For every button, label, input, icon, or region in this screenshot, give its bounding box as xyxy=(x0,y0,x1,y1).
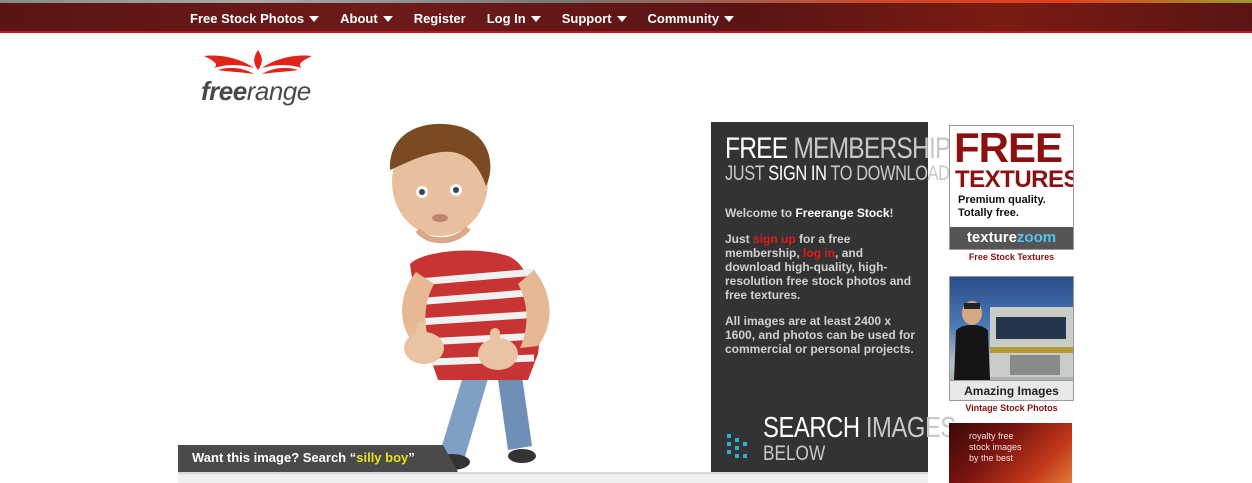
search-images-below: SEARCH IMAGES BELOW xyxy=(725,412,956,465)
sub-to-download: TO DOWNLOAD xyxy=(830,162,950,185)
welcome-prefix: Welcome to xyxy=(725,206,796,220)
search-title: SEARCH IMAGES xyxy=(763,412,956,445)
ad-vintage-photos[interactable]: Amazing Images Vintage Stock Photos xyxy=(949,276,1074,413)
ad-caption-textures[interactable]: Free Stock Textures xyxy=(949,252,1074,262)
ad-caption-vintage[interactable]: Vintage Stock Photos xyxy=(949,403,1074,413)
membership-body: Welcome to Freerange Stock! Just sign up… xyxy=(725,206,917,368)
royalty-text: royalty free stock images by the best xyxy=(969,431,1022,464)
boy-photo-illustration xyxy=(389,123,550,470)
brand-texture: texture xyxy=(966,229,1017,246)
nav-item-free-stock-photos[interactable]: Free Stock Photos xyxy=(190,10,320,26)
sign-up-link[interactable]: sign up xyxy=(753,232,796,246)
membership-panel: FREE MEMBERSHIP JUST SIGN IN TO DOWNLOAD… xyxy=(711,122,956,472)
nav-item-log-in[interactable]: Log In xyxy=(487,10,541,26)
images-word: IMAGES xyxy=(865,412,956,444)
search-word: SEARCH xyxy=(763,412,860,444)
just-text: Just xyxy=(725,232,754,246)
ad-free-textures[interactable]: FREE TEXTURES Premium quality. Totally fr… xyxy=(949,125,1074,262)
nav-label: Community xyxy=(647,10,720,26)
dots-arrow-icon xyxy=(727,434,747,458)
royalty-banner: royalty free stock images by the best xyxy=(949,423,1072,483)
nav-underline xyxy=(0,31,1252,33)
sub-sign-in: SIGN IN xyxy=(768,162,827,185)
nav-label: About xyxy=(340,10,378,26)
welcome-suffix: ! xyxy=(889,206,894,220)
nav-label: Free Stock Photos xyxy=(190,10,305,26)
site-logo[interactable]: freerange xyxy=(200,48,316,108)
nav-item-community[interactable]: Community xyxy=(648,10,735,26)
log-in-link[interactable]: log in xyxy=(803,246,835,260)
ad-tagline-1: Premium quality. xyxy=(958,194,1046,206)
title-free: FREE xyxy=(725,132,788,165)
texturezoom-brand: texturezoom xyxy=(950,227,1073,249)
nav-item-register[interactable]: Register xyxy=(414,10,466,26)
top-nav-bar: Free Stock Photos About Register Log In … xyxy=(0,0,1252,33)
chevron-down-icon xyxy=(309,16,320,22)
logo-wordmark: freerange xyxy=(201,76,311,107)
logo-free: free xyxy=(201,76,247,106)
welcome-paragraph: Welcome to Freerange Stock! xyxy=(725,206,917,220)
caption-prefix: Want this image? Search “ xyxy=(192,450,357,465)
below-word: BELOW xyxy=(763,442,826,465)
nav-label: Log In xyxy=(486,10,526,26)
chevron-down-icon xyxy=(616,16,627,22)
royalty-line-3: by the best xyxy=(969,453,1014,463)
ad-tagline-2: Totally free. xyxy=(958,207,1019,219)
hero-image[interactable] xyxy=(178,122,711,472)
nav-label: Support xyxy=(561,10,612,26)
royalty-line-1: royalty free xyxy=(969,431,1014,441)
ad-free-text: FREE xyxy=(954,125,1063,171)
ad-textures-text: TEXTURES xyxy=(955,166,1074,193)
search-area-top-rule xyxy=(178,472,928,483)
vintage-banner: Amazing Images xyxy=(949,276,1074,401)
chevron-down-icon xyxy=(724,16,735,22)
nav-label: Register xyxy=(413,10,466,26)
logo-range: range xyxy=(246,76,312,106)
images-note: All images are at least 2400 x 1600, and… xyxy=(725,314,916,356)
main-nav: Free Stock Photos About Register Log In … xyxy=(190,10,755,26)
nav-item-support[interactable]: Support xyxy=(562,10,627,26)
header-photo-strip xyxy=(0,0,1252,3)
caption-search-term: silly boy xyxy=(356,450,409,465)
welcome-brand: Freerange Stock xyxy=(795,206,890,220)
ad-tagline: Premium quality. Totally free. xyxy=(958,194,1046,220)
ad-amazing-images-text: Amazing Images xyxy=(950,380,1073,400)
royalty-line-2: stock images xyxy=(969,442,1022,452)
caption-suffix: ” xyxy=(408,450,415,465)
nav-item-about[interactable]: About xyxy=(340,10,393,26)
membership-title: FREE MEMBERSHIP xyxy=(725,132,951,166)
textures-banner: FREE TEXTURES Premium quality. Totally fr… xyxy=(949,125,1074,250)
chevron-down-icon xyxy=(382,16,393,22)
brand-zoom: zoom xyxy=(1016,229,1057,246)
membership-subtitle: JUST SIGN IN TO DOWNLOAD xyxy=(725,162,950,186)
vintage-photo-illustration xyxy=(954,301,1073,380)
search-caption-bar[interactable]: Want this image? Search “silly boy” xyxy=(178,445,458,472)
signup-paragraph: Just sign up for a free membership, log … xyxy=(725,232,917,302)
title-membership: MEMBERSHIP xyxy=(793,132,951,165)
chevron-down-icon xyxy=(530,16,541,22)
ad-royalty-free[interactable]: royalty free stock images by the best xyxy=(949,423,1074,483)
sub-just: JUST xyxy=(725,162,765,185)
caption-text: Want this image? Search “silly boy” xyxy=(192,450,415,465)
